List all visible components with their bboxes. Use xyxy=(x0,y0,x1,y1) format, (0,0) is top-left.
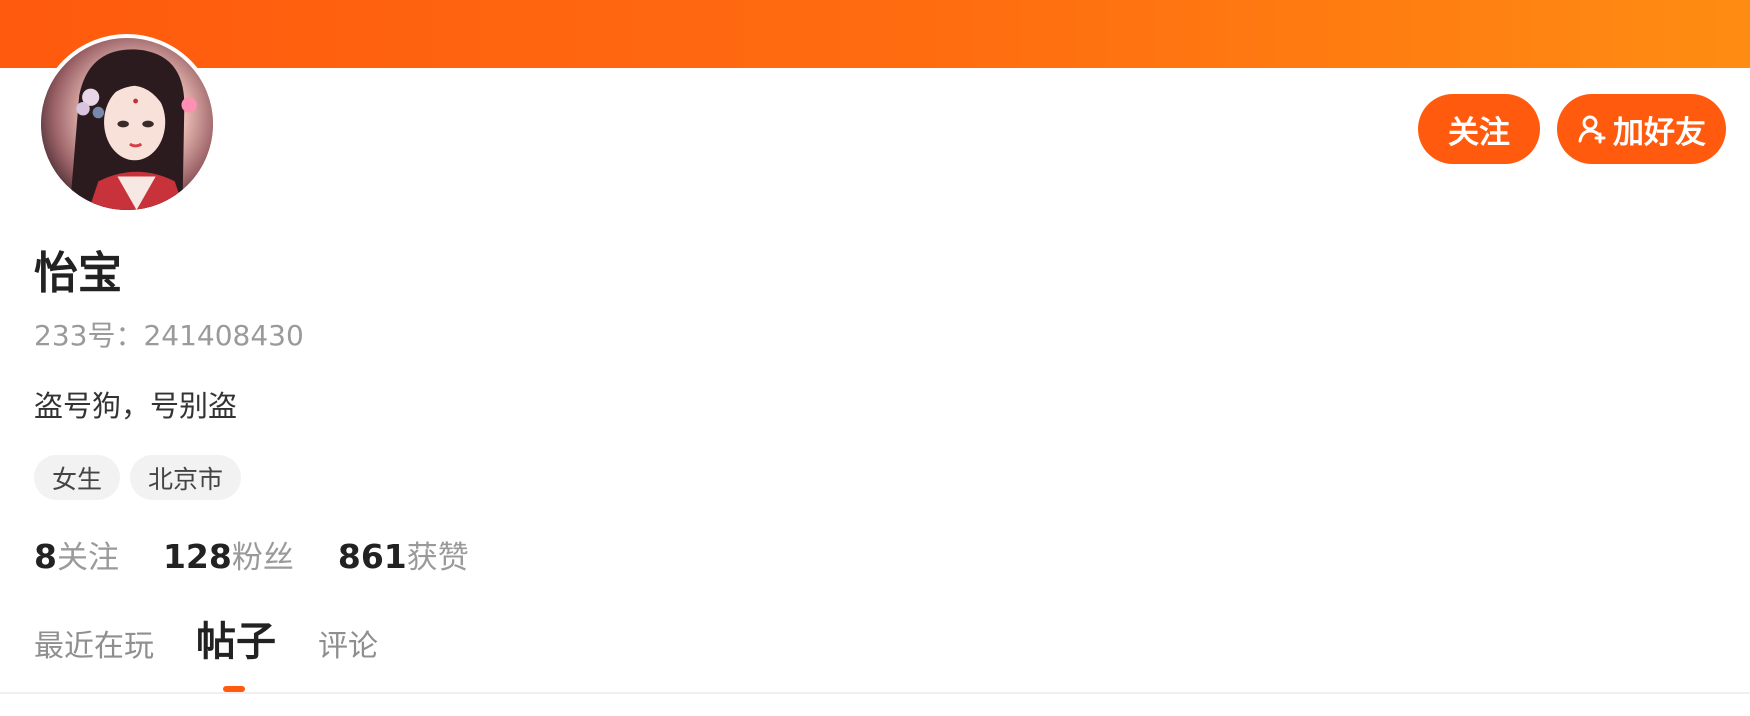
stat-following-count: 8 xyxy=(34,537,57,576)
user-add-icon xyxy=(1577,114,1607,144)
stat-followers-count: 128 xyxy=(162,537,232,576)
avatar-illustration xyxy=(41,38,213,210)
stat-likes[interactable]: 861 获赞 xyxy=(338,540,469,574)
profile-tabs: 最近在玩 帖子 评论 xyxy=(34,622,378,662)
tab-posts[interactable]: 帖子 xyxy=(196,622,276,662)
user-bio: 盗号狗，号别盗 xyxy=(34,389,238,423)
stat-likes-label: 获赞 xyxy=(406,540,469,576)
divider xyxy=(0,692,1750,694)
tag-gender: 女生 xyxy=(34,455,121,500)
add-friend-button[interactable]: 加好友 xyxy=(1557,94,1726,164)
stat-followers[interactable]: 128 粉丝 xyxy=(163,540,294,574)
stat-followers-label: 粉丝 xyxy=(231,540,294,576)
add-friend-button-label: 加好友 xyxy=(1613,114,1706,151)
stat-following-label: 关注 xyxy=(56,540,119,576)
tab-comments[interactable]: 评论 xyxy=(318,632,378,662)
user-stats: 8 关注 128 粉丝 861 获赞 xyxy=(34,540,469,574)
stat-likes-count: 861 xyxy=(337,537,407,576)
header-banner xyxy=(0,0,1750,68)
follow-button[interactable]: 关注 xyxy=(1418,94,1540,164)
follow-button-label: 关注 xyxy=(1448,114,1510,151)
username: 怡宝 xyxy=(34,248,122,299)
user-id: 233号：241408430 xyxy=(34,319,304,352)
profile-tags: 女生 北京市 xyxy=(34,455,242,500)
tag-location: 北京市 xyxy=(130,455,242,500)
tab-recently-played[interactable]: 最近在玩 xyxy=(34,632,154,662)
avatar[interactable] xyxy=(37,34,217,214)
stat-following[interactable]: 8 关注 xyxy=(34,540,119,574)
